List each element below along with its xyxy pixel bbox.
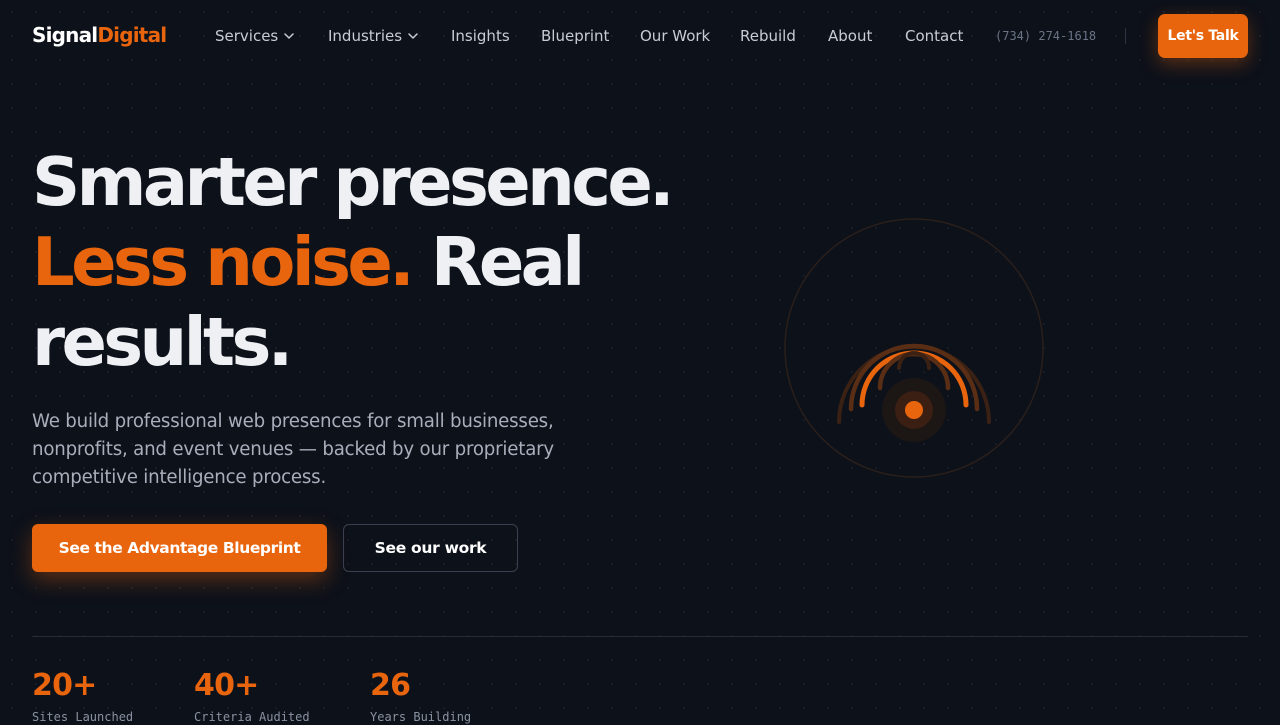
- nav-services[interactable]: Services: [215, 25, 295, 47]
- stat-value: 26: [370, 668, 411, 703]
- top-navigation: SignalDigital Services Industries Insigh…: [0, 0, 1280, 72]
- brand-logo[interactable]: SignalDigital: [32, 22, 167, 48]
- nav-services-label: Services: [215, 27, 279, 45]
- chevron-down-icon: [284, 32, 295, 39]
- stat-label: Sites Launched: [32, 710, 134, 724]
- stat-label: Years Building: [370, 710, 472, 724]
- brand-logo-part1: Signal: [32, 23, 98, 47]
- hero-headline-line1: Smarter presence.: [32, 143, 675, 221]
- nav-about[interactable]: About: [828, 25, 872, 47]
- see-our-work-button[interactable]: See our work: [343, 524, 518, 572]
- hero-headline-line3: results.: [32, 303, 293, 381]
- nav-our-work[interactable]: Our Work: [640, 25, 710, 47]
- advantage-blueprint-button[interactable]: See the Advantage Blueprint: [32, 524, 327, 572]
- nav-insights[interactable]: Insights: [451, 25, 510, 47]
- hero-headline-accent: Less noise.: [32, 223, 415, 301]
- phone-number[interactable]: (734) 274-1618: [995, 28, 1096, 44]
- lets-talk-button[interactable]: Let's Talk: [1158, 14, 1248, 58]
- nav-industries-label: Industries: [328, 27, 403, 45]
- nav-rebuild[interactable]: Rebuild: [740, 25, 796, 47]
- stat-value: 40+: [194, 668, 259, 703]
- signal-broadcast-icon: [784, 218, 1044, 478]
- stats-divider: [32, 636, 1248, 637]
- hero-description: We build professional web presences for …: [32, 411, 554, 488]
- chevron-down-icon: [408, 32, 418, 39]
- nav-industries[interactable]: Industries: [328, 25, 418, 47]
- stat-label: Criteria Audited: [194, 710, 310, 724]
- brand-logo-part2: Digital: [97, 23, 167, 47]
- nav-contact[interactable]: Contact: [905, 25, 963, 47]
- nav-blueprint[interactable]: Blueprint: [541, 25, 609, 47]
- hero-headline-line2: Less noise. Real: [32, 222, 585, 302]
- stat-value: 20+: [32, 668, 97, 703]
- nav-divider: [1125, 28, 1126, 44]
- hero-headline-line2-rest: Real: [430, 223, 585, 301]
